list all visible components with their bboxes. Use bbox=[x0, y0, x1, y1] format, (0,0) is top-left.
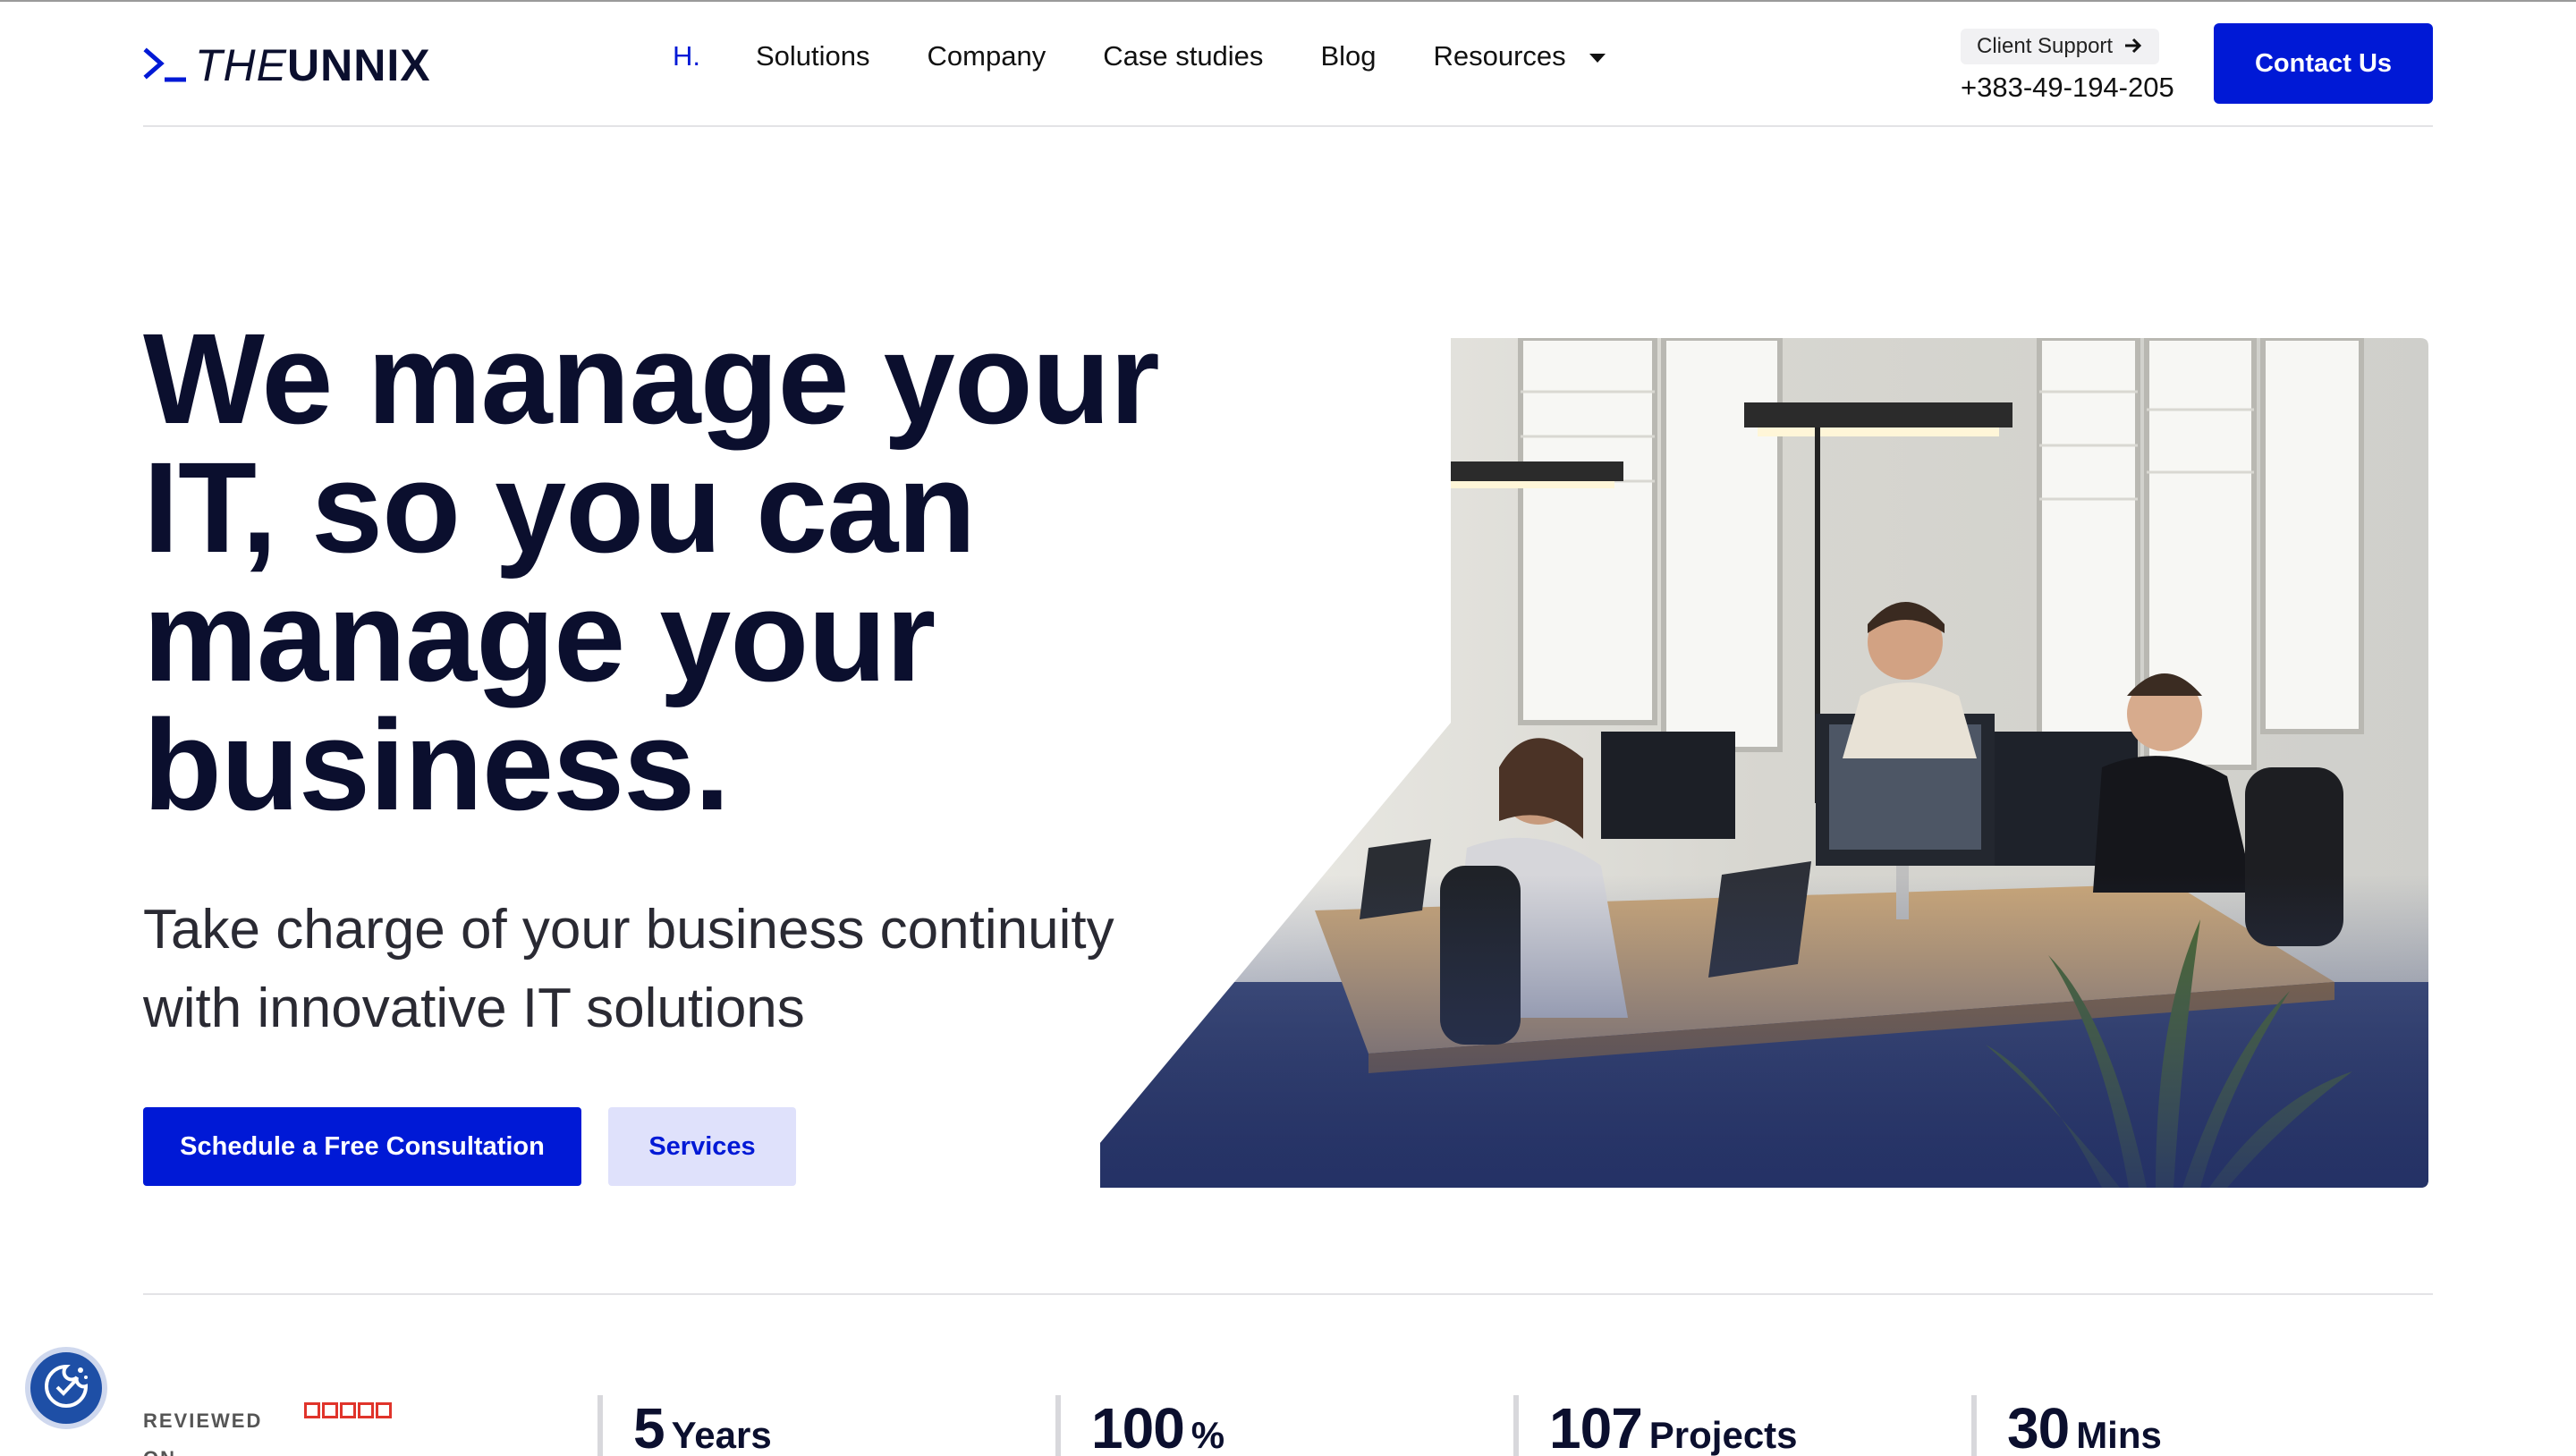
rating-star-icon bbox=[322, 1402, 338, 1418]
support-phone[interactable]: +383-49-194-205 bbox=[1961, 72, 2174, 104]
rating-star-icon bbox=[340, 1402, 356, 1418]
nav-blog[interactable]: Blog bbox=[1320, 40, 1376, 72]
cookie-consent-button[interactable] bbox=[25, 1347, 107, 1429]
cookie-consent-icon bbox=[41, 1361, 91, 1416]
hero-title-line: business. bbox=[143, 693, 730, 837]
nav-resources-label: Resources bbox=[1433, 40, 1566, 72]
hero-subtitle: Take charge of your business continuity … bbox=[143, 891, 1216, 1048]
logo-text: THEUNNIX bbox=[195, 43, 431, 88]
nav-company[interactable]: Company bbox=[928, 40, 1046, 72]
rating-star-icon bbox=[304, 1402, 320, 1418]
logo-brand: UNNIX bbox=[287, 40, 431, 90]
stat-unit: % bbox=[1191, 1414, 1225, 1456]
contact-us-button[interactable]: Contact Us bbox=[2214, 23, 2433, 104]
hero-subtitle-line: Take charge of your business continuity bbox=[143, 899, 1114, 961]
stat-mins: 30 Mins bbox=[1971, 1395, 2162, 1456]
site-header: THEUNNIX H. Solutions Company Case studi… bbox=[143, 0, 2433, 127]
caret-down-icon bbox=[1589, 54, 1606, 63]
stat-unit: Mins bbox=[2076, 1414, 2162, 1456]
review-rating[interactable] bbox=[304, 1402, 392, 1418]
rating-star-icon bbox=[376, 1402, 392, 1418]
nav-resources[interactable]: Resources bbox=[1433, 40, 1606, 72]
hero-title-line: IT, so you can bbox=[143, 436, 976, 580]
stat-value: 107 bbox=[1549, 1396, 1643, 1456]
main-nav: H. Solutions Company Case studies Blog R… bbox=[673, 36, 1606, 77]
hero-title-line: manage your bbox=[143, 564, 936, 708]
section-divider bbox=[143, 1293, 2433, 1295]
nav-solutions[interactable]: Solutions bbox=[756, 40, 870, 72]
rating-star-icon bbox=[358, 1402, 374, 1418]
logo[interactable]: THEUNNIX bbox=[143, 43, 431, 88]
client-support-link[interactable]: Client Support bbox=[1961, 29, 2160, 64]
services-button[interactable]: Services bbox=[608, 1107, 796, 1186]
nav-case-studies[interactable]: Case studies bbox=[1103, 40, 1263, 72]
terminal-prompt-icon bbox=[143, 46, 190, 85]
stat-value: 30 bbox=[2007, 1396, 2070, 1456]
client-support: Client Support +383-49-194-205 bbox=[1961, 29, 2174, 104]
arrow-right-icon bbox=[2123, 33, 2143, 61]
hero-title: We manage your IT, so you can manage you… bbox=[143, 315, 1216, 830]
reviewed-on-label: REVIEWED ON bbox=[143, 1409, 263, 1456]
hero-subtitle-line: with innovative IT solutions bbox=[143, 978, 805, 1039]
hero-office-photo bbox=[1100, 338, 2428, 1188]
stat-years: 5 Years bbox=[597, 1395, 772, 1456]
stat-percent: 100 % bbox=[1055, 1395, 1224, 1456]
stat-value: 5 bbox=[633, 1396, 665, 1456]
stat-projects: 107 Projects bbox=[1513, 1395, 1798, 1456]
logo-prefix: THE bbox=[195, 40, 287, 90]
stat-value: 100 bbox=[1091, 1396, 1185, 1456]
schedule-consultation-button[interactable]: Schedule a Free Consultation bbox=[143, 1107, 581, 1186]
hero-title-line: We manage your bbox=[143, 307, 1160, 451]
client-support-label: Client Support bbox=[1977, 34, 2114, 58]
stat-unit: Years bbox=[671, 1414, 772, 1456]
stat-unit: Projects bbox=[1648, 1414, 1798, 1456]
nav-home[interactable]: H. bbox=[673, 40, 700, 72]
